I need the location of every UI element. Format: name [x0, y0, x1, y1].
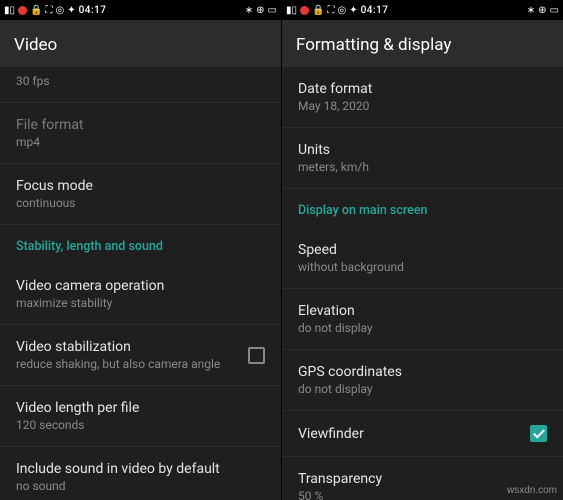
- item-speed[interactable]: Speed without background: [282, 228, 563, 289]
- item-title: Elevation: [298, 303, 547, 319]
- item-title: Video camera operation: [16, 278, 265, 294]
- item-title: File format: [16, 117, 265, 133]
- item-fps-sub: 30 fps: [16, 74, 265, 88]
- battery-icon: ▭: [550, 5, 559, 16]
- item-elevation[interactable]: Elevation do not display: [282, 289, 563, 350]
- item-title: Include sound in video by default: [16, 461, 265, 477]
- item-viewfinder[interactable]: Viewfinder: [282, 411, 563, 457]
- item-title: Speed: [298, 242, 547, 258]
- bluetooth-icon: ∗: [527, 5, 535, 16]
- status-right: ∗ ⊕ ▭: [527, 5, 559, 16]
- item-video-length[interactable]: Video length per file 120 seconds: [0, 386, 281, 447]
- status-left: ▮▯ 🔒 ⛶ ◎ ✦ 04:17: [286, 5, 388, 16]
- item-sub: 120 seconds: [16, 418, 265, 432]
- phone-left: ▮▯ 🔒 ⛶ ◎ ✦ 04:17 ∗ ⊕ ▭ Video 30 fps File…: [0, 0, 281, 500]
- watermark: wsxdn.com: [507, 485, 557, 496]
- signal-icon: ▮▯: [286, 5, 297, 16]
- status-bar: ▮▯ 🔒 ⛶ ◎ ✦ 04:17 ∗ ⊕ ▭: [282, 0, 563, 20]
- item-sub: continuous: [16, 196, 265, 210]
- item-title: Date format: [298, 81, 547, 97]
- item-title: Video stabilization: [16, 339, 220, 355]
- item-gps[interactable]: GPS coordinates do not display: [282, 350, 563, 411]
- cast-icon: ⊕: [538, 5, 546, 16]
- item-title: Video length per file: [16, 400, 265, 416]
- item-fps[interactable]: 30 fps: [0, 67, 281, 103]
- section-stability: Stability, length and sound: [0, 225, 281, 264]
- item-title: Viewfinder: [298, 426, 364, 442]
- item-sub: without background: [298, 260, 547, 274]
- lock-icon: 🔒: [312, 5, 324, 16]
- item-sub: maximize stability: [16, 296, 265, 310]
- camera-icon: ◎: [337, 5, 346, 16]
- lock-icon: 🔒: [30, 5, 42, 16]
- fullscreen-icon: ⛶: [327, 5, 334, 16]
- camera-icon: ◎: [55, 5, 64, 16]
- item-sub: no sound: [16, 479, 265, 493]
- fullscreen-icon: ⛶: [45, 5, 52, 16]
- checkbox-viewfinder[interactable]: [530, 425, 547, 442]
- item-focus-mode[interactable]: Focus mode continuous: [0, 164, 281, 225]
- status-left: ▮▯ 🔒 ⛶ ◎ ✦ 04:17: [4, 5, 106, 16]
- clock: 04:17: [79, 5, 107, 16]
- item-camera-operation[interactable]: Video camera operation maximize stabilit…: [0, 264, 281, 325]
- status-bar: ▮▯ 🔒 ⛶ ◎ ✦ 04:17 ∗ ⊕ ▭: [0, 0, 281, 20]
- status-right: ∗ ⊕ ▭: [245, 5, 277, 16]
- red-dot-icon: [18, 6, 27, 15]
- signal-icon: ▮▯: [4, 5, 15, 16]
- item-file-format[interactable]: File format mp4: [0, 103, 281, 164]
- settings-list[interactable]: Date format May 18, 2020 Units meters, k…: [282, 67, 563, 500]
- item-sub: do not display: [298, 382, 547, 396]
- phone-right: ▮▯ 🔒 ⛶ ◎ ✦ 04:17 ∗ ⊕ ▭ Formatting & disp…: [281, 0, 563, 500]
- bluetooth-icon: ∗: [245, 5, 253, 16]
- item-date-format[interactable]: Date format May 18, 2020: [282, 67, 563, 128]
- checkbox-stabilization[interactable]: [248, 347, 265, 364]
- item-units[interactable]: Units meters, km/h: [282, 128, 563, 189]
- page-title: Formatting & display: [282, 20, 563, 67]
- item-title: Focus mode: [16, 178, 265, 194]
- item-sub: reduce shaking, but also camera angle: [16, 357, 220, 371]
- item-sub: May 18, 2020: [298, 99, 547, 113]
- item-include-sound[interactable]: Include sound in video by default no sou…: [0, 447, 281, 500]
- aperture-icon: ✦: [67, 5, 75, 16]
- battery-icon: ▭: [268, 5, 277, 16]
- item-title: GPS coordinates: [298, 364, 547, 380]
- item-sub: meters, km/h: [298, 160, 547, 174]
- item-title: Units: [298, 142, 547, 158]
- clock: 04:17: [361, 5, 389, 16]
- red-dot-icon: [300, 6, 309, 15]
- aperture-icon: ✦: [349, 5, 357, 16]
- item-sub: do not display: [298, 321, 547, 335]
- item-sub: mp4: [16, 135, 265, 149]
- settings-list[interactable]: 30 fps File format mp4 Focus mode contin…: [0, 67, 281, 500]
- section-display-main: Display on main screen: [282, 189, 563, 228]
- page-title: Video: [0, 20, 281, 67]
- item-stabilization[interactable]: Video stabilization reduce shaking, but …: [0, 325, 281, 386]
- cast-icon: ⊕: [256, 5, 264, 16]
